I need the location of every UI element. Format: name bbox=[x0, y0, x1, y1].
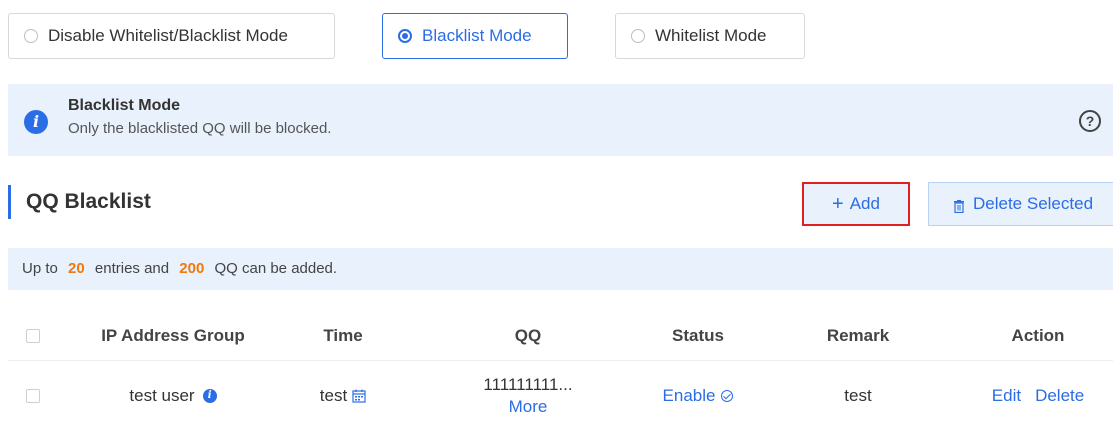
ip-group-value: test user bbox=[129, 386, 195, 405]
qq-count: 200 bbox=[179, 260, 205, 277]
radio-unchecked-icon bbox=[631, 29, 645, 43]
mode-info-banner: i Blacklist Mode Only the blacklisted QQ… bbox=[8, 84, 1113, 156]
delete-selected-label: Delete Selected bbox=[973, 194, 1094, 213]
ip-group-cell: test user i bbox=[68, 361, 278, 431]
limit-suffix: QQ can be added. bbox=[214, 260, 338, 277]
header-remark: Remark bbox=[826, 326, 890, 345]
info-title: Blacklist Mode bbox=[68, 97, 181, 114]
row-checkbox[interactable] bbox=[26, 389, 40, 403]
limit-middle: entries and bbox=[94, 260, 170, 277]
limit-prefix: Up to bbox=[22, 260, 58, 277]
section-accent-bar bbox=[8, 185, 11, 219]
header-ip-group: IP Address Group bbox=[101, 326, 245, 345]
radio-unchecked-icon bbox=[24, 29, 38, 43]
delete-selected-button[interactable]: Delete Selected bbox=[928, 182, 1113, 226]
limit-notice: Up to 20 entries and 200 QQ can be added… bbox=[8, 248, 1113, 290]
action-cell: Edit Delete bbox=[968, 361, 1108, 431]
mode-disable-button[interactable]: Disable Whitelist/Blacklist Mode bbox=[8, 13, 335, 59]
entries-count: 20 bbox=[68, 260, 85, 277]
trash-icon bbox=[953, 198, 965, 213]
edit-link[interactable]: Edit bbox=[992, 386, 1021, 406]
info-icon[interactable]: i bbox=[202, 389, 217, 403]
header-action: Action bbox=[1011, 326, 1065, 345]
header-time: Time bbox=[323, 326, 363, 345]
qq-more-link[interactable]: More bbox=[509, 396, 548, 418]
mode-disable-label: Disable Whitelist/Blacklist Mode bbox=[48, 26, 288, 45]
radio-checked-icon bbox=[398, 29, 412, 43]
table-header: IP Address Group Time QQ Status Remark A… bbox=[8, 312, 1113, 361]
info-description: Only the blacklisted QQ will be blocked. bbox=[68, 120, 332, 137]
calendar-icon[interactable] bbox=[352, 389, 366, 403]
delete-link[interactable]: Delete bbox=[1035, 386, 1084, 406]
status-toggle[interactable]: Enable bbox=[618, 361, 778, 431]
info-icon: i bbox=[24, 110, 48, 134]
mode-blacklist-label: Blacklist Mode bbox=[422, 26, 532, 45]
remark-cell: test bbox=[844, 386, 872, 405]
table-row: test user i test 111111111... More Enabl… bbox=[8, 361, 1113, 431]
add-button[interactable]: + Add bbox=[802, 182, 910, 226]
select-all-checkbox[interactable] bbox=[26, 329, 40, 343]
time-cell: test bbox=[293, 361, 393, 431]
header-qq: QQ bbox=[514, 326, 542, 345]
add-button-label: Add bbox=[849, 194, 880, 213]
section-title: QQ Blacklist bbox=[26, 190, 151, 213]
help-icon[interactable]: ? bbox=[1079, 110, 1101, 132]
mode-whitelist-button[interactable]: Whitelist Mode bbox=[615, 13, 805, 59]
row-checkbox-cell bbox=[18, 361, 48, 431]
header-status: Status bbox=[672, 326, 724, 345]
qq-cell: 111111111... More bbox=[448, 361, 608, 431]
plus-icon: + bbox=[832, 192, 844, 215]
header-checkbox-cell bbox=[18, 312, 48, 360]
time-value: test bbox=[319, 386, 348, 405]
qq-value: 111111111... bbox=[483, 375, 573, 394]
mode-whitelist-label: Whitelist Mode bbox=[655, 26, 767, 45]
status-value: Enable bbox=[662, 386, 716, 405]
mode-blacklist-button[interactable]: Blacklist Mode bbox=[382, 13, 568, 59]
check-circle-icon bbox=[721, 390, 734, 402]
